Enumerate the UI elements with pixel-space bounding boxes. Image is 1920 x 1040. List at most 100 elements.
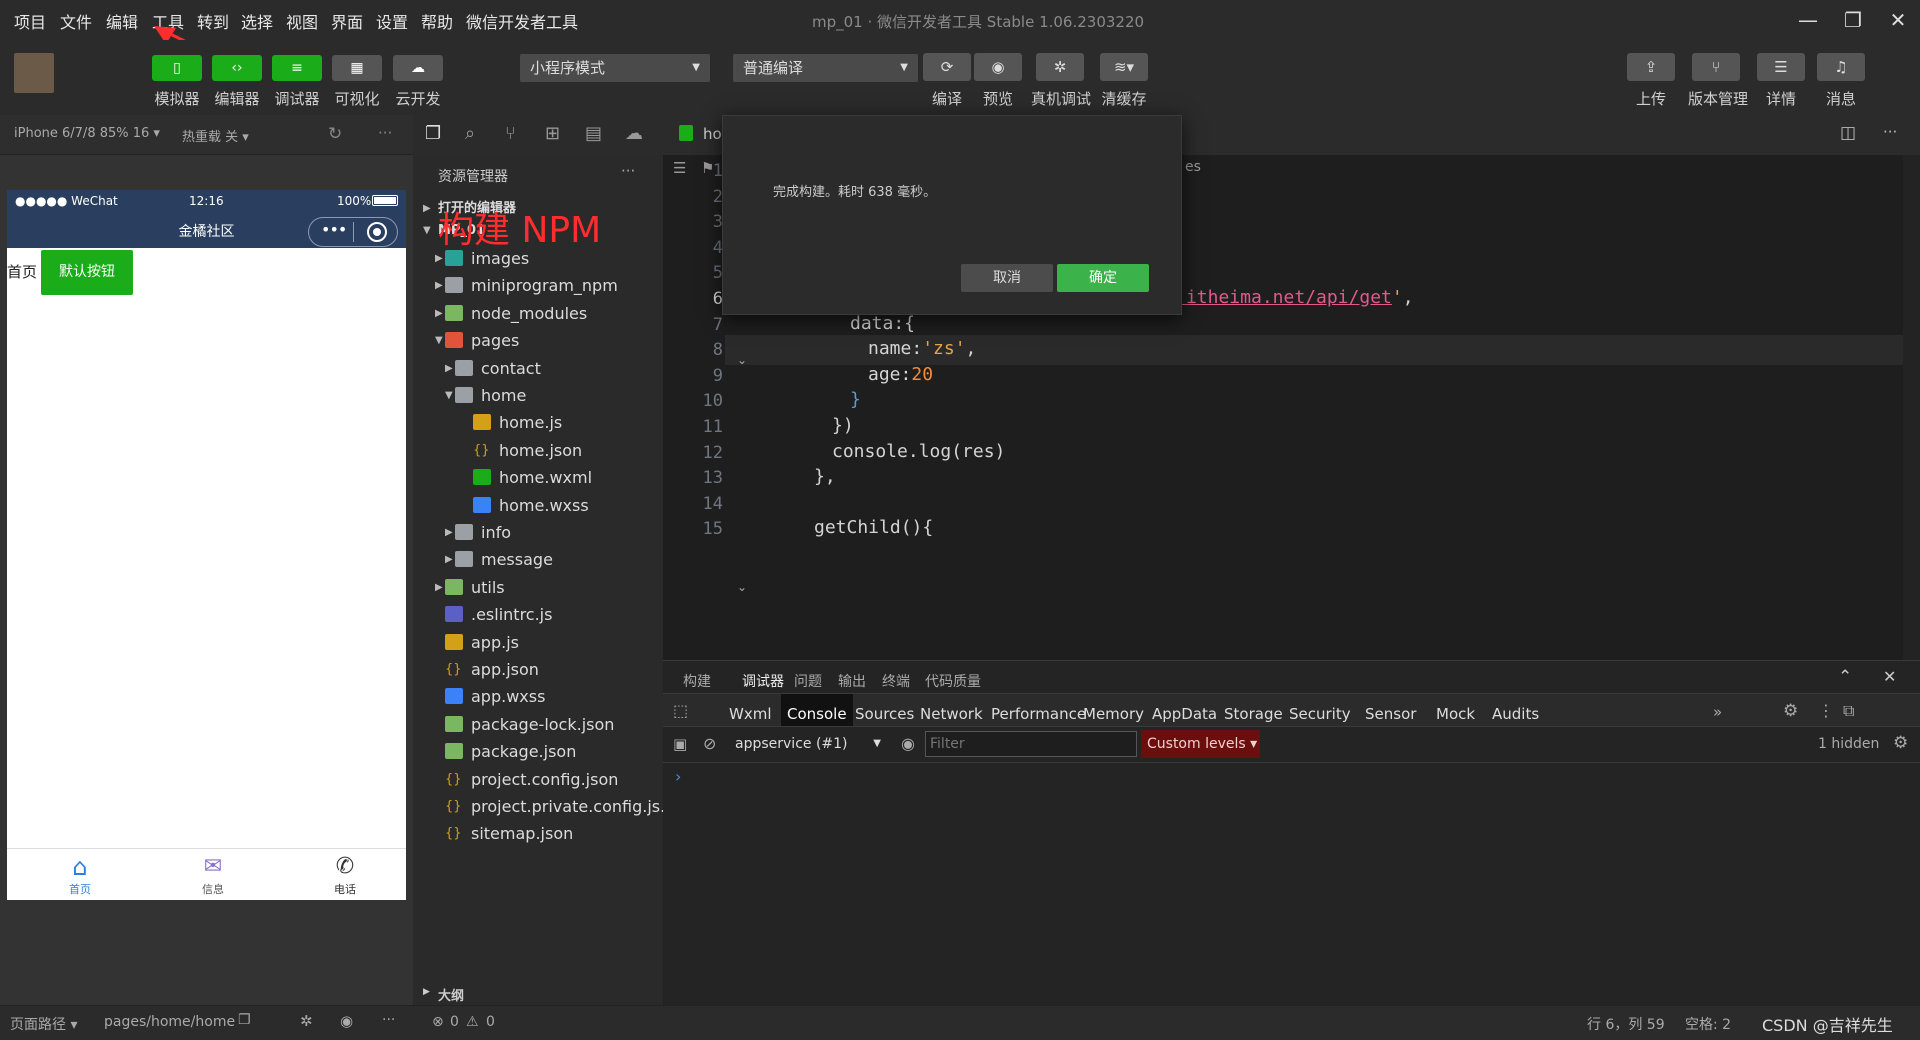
upload-button[interactable]: ⇪: [1627, 53, 1675, 81]
tree-item[interactable]: {} sitemap.json: [413, 820, 663, 847]
tree-item[interactable]: {} home.json: [413, 437, 663, 464]
tree-item[interactable]: .eslintrc.js: [413, 601, 663, 628]
tree-item[interactable]: {} project.config.json: [413, 766, 663, 793]
preview-button[interactable]: ◉: [974, 53, 1022, 81]
devtools-tab-network[interactable]: Network: [920, 705, 983, 723]
code-line[interactable]: age:20: [868, 364, 933, 385]
tree-item[interactable]: ▶ images: [413, 245, 663, 272]
devtools-tab-wxml[interactable]: Wxml: [729, 705, 772, 723]
debugger-tab[interactable]: 终端: [882, 671, 910, 691]
devtools-tab-sensor[interactable]: Sensor: [1365, 705, 1416, 723]
sidebar-toggle-icon[interactable]: ▣: [673, 735, 687, 753]
visual-button[interactable]: ▦: [332, 55, 382, 81]
collapse-up-icon[interactable]: ⌃: [1838, 667, 1852, 687]
tree-item[interactable]: package-lock.json: [413, 711, 663, 738]
outline-section[interactable]: ▶ 大纲: [413, 987, 663, 1005]
remote-debug-button[interactable]: ✲: [1036, 53, 1084, 81]
maximize-icon[interactable]: ❐: [1833, 4, 1873, 36]
more-tabs-icon[interactable]: »: [1713, 703, 1722, 721]
code-line[interactable]: name:'zs',: [868, 338, 976, 359]
bug-icon[interactable]: ✲: [300, 1012, 313, 1030]
console-filter-input[interactable]: [925, 731, 1137, 757]
tree-item[interactable]: ▶ message: [413, 546, 663, 573]
tree-item[interactable]: ▼ home: [413, 382, 663, 409]
more-icon[interactable]: ···: [382, 1012, 395, 1028]
cloud-button[interactable]: ☁: [393, 55, 443, 81]
editor-more-icon[interactable]: ···: [1883, 123, 1897, 141]
close-icon[interactable]: ✕: [1878, 4, 1918, 36]
rotate-icon[interactable]: ↻: [328, 124, 342, 144]
tree-item[interactable]: package.json: [413, 738, 663, 765]
tree-item[interactable]: app.js: [413, 629, 663, 656]
debugger-tab[interactable]: 问题: [794, 671, 822, 691]
context-select[interactable]: appservice (#1) ▼: [733, 731, 881, 757]
menu-item-edit[interactable]: 编辑: [106, 9, 138, 33]
devtools-tab-audits[interactable]: Audits: [1492, 705, 1539, 723]
debugger-toggle-button[interactable]: ≡: [272, 55, 322, 81]
tree-item[interactable]: ▶ node_modules: [413, 300, 663, 327]
cursor-position[interactable]: 行 6，列 59: [1587, 1014, 1665, 1034]
default-button[interactable]: 默认按钮: [41, 250, 133, 295]
tree-item[interactable]: home.wxml: [413, 464, 663, 491]
code-line[interactable]: console.log(res): [832, 441, 1005, 462]
code-line[interactable]: getChild(){: [814, 517, 933, 538]
files-icon[interactable]: ❐: [425, 123, 441, 144]
device-select[interactable]: iPhone 6/7/8 85% 16 ▾: [14, 126, 160, 141]
debugger-tab[interactable]: 构建: [683, 671, 711, 691]
tree-item[interactable]: ▶ info: [413, 519, 663, 546]
tree-item[interactable]: ▶ contact: [413, 355, 663, 382]
menu-item-settings[interactable]: 设置: [376, 9, 408, 33]
clear-cache-button[interactable]: ≋▾: [1100, 53, 1148, 81]
storage-icon[interactable]: ▤: [585, 123, 602, 144]
messages-button[interactable]: ♫: [1817, 53, 1865, 81]
eye-icon[interactable]: ◉: [901, 734, 915, 753]
devtools-tab-performance[interactable]: Performance: [991, 705, 1086, 723]
more-icon[interactable]: ···: [378, 124, 392, 142]
copy-icon[interactable]: ❐: [238, 1012, 251, 1028]
tab-info[interactable]: ✉ 信息: [173, 853, 253, 897]
clear-console-icon[interactable]: ⊘: [703, 734, 716, 753]
tab-phone[interactable]: ✆ 电话: [305, 853, 385, 897]
devtools-tab-security[interactable]: Security: [1289, 705, 1351, 723]
hot-reload-toggle[interactable]: 热重载 关 ▾: [182, 126, 249, 145]
compile-button[interactable]: ⟳: [923, 53, 971, 81]
tree-item[interactable]: home.wxss: [413, 492, 663, 519]
more-dots-icon[interactable]: •••: [321, 220, 347, 239]
fold-icon[interactable]: ⌄: [737, 353, 747, 367]
tree-item[interactable]: {} app.json: [413, 656, 663, 683]
cloud-icon[interactable]: ☁: [625, 123, 643, 144]
code-line[interactable]: data:{: [850, 313, 915, 334]
menu-item-file[interactable]: 文件: [60, 9, 92, 33]
tab-home[interactable]: ⌂ 首页: [40, 853, 120, 897]
capsule-menu[interactable]: •••: [308, 217, 398, 247]
debugger-tab[interactable]: 输出: [838, 671, 866, 691]
tree-item[interactable]: ▶ miniprogram_npm: [413, 272, 663, 299]
minimize-icon[interactable]: —: [1788, 4, 1828, 36]
console-settings-icon[interactable]: ⚙: [1893, 733, 1908, 753]
details-button[interactable]: ☰: [1757, 53, 1805, 81]
mode-select[interactable]: 小程序模式 ▼: [520, 54, 710, 82]
devtools-tab-memory[interactable]: Memory: [1083, 705, 1144, 723]
code-line[interactable]: }): [832, 415, 854, 436]
editor-toggle-button[interactable]: ‹›: [212, 55, 262, 81]
dock-icon[interactable]: ⧉: [1843, 701, 1854, 721]
settings-gear-icon[interactable]: ⚙: [1783, 701, 1798, 721]
search-icon[interactable]: ⌕: [465, 123, 475, 144]
simulator-toggle-button[interactable]: ▯: [152, 55, 202, 81]
tree-item[interactable]: {} project.private.config.js...: [413, 793, 675, 820]
page-path-label[interactable]: 页面路径 ▾: [10, 1014, 77, 1034]
tree-item[interactable]: app.wxss: [413, 683, 663, 710]
avatar[interactable]: [14, 53, 54, 93]
close-mini-icon[interactable]: [367, 222, 387, 242]
tree-item[interactable]: ▶ utils: [413, 574, 663, 601]
code-line[interactable]: }: [850, 389, 861, 410]
kebab-icon[interactable]: ⋮: [1818, 701, 1834, 720]
menu-item-project[interactable]: 项目: [14, 9, 46, 33]
extensions-icon[interactable]: ⊞: [545, 123, 560, 144]
debugger-tab[interactable]: 代码质量: [925, 671, 981, 691]
devtools-tab-console[interactable]: Console: [787, 705, 847, 723]
dialog-ok-button[interactable]: 确定: [1057, 264, 1149, 292]
editor-scrollbar[interactable]: [1903, 155, 1920, 660]
log-levels-select[interactable]: Custom levels ▾: [1141, 730, 1260, 758]
devtools-tab-appdata[interactable]: AppData: [1152, 705, 1217, 723]
